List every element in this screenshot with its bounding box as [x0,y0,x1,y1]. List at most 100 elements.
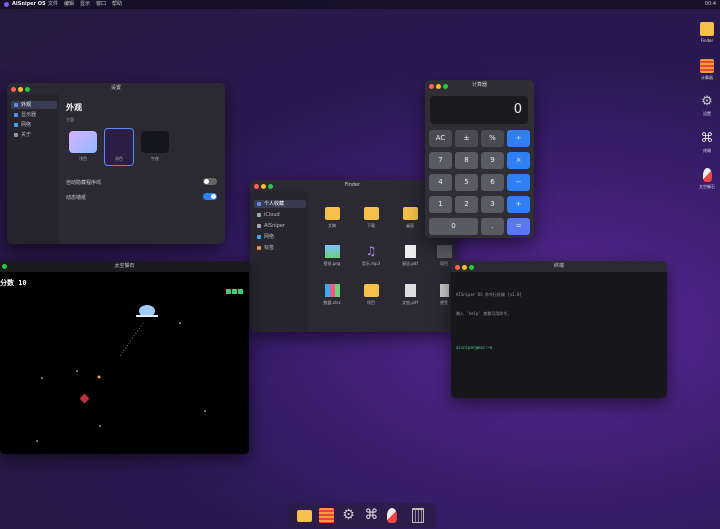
file-item[interactable]: 报告.pdf [395,245,425,267]
star-dot [179,322,181,324]
cloud-icon [257,212,261,217]
calculator-titlebar[interactable]: 计算器 [425,80,534,91]
terminal-banner: AISniper OS 命令行终端 [v1.0] [456,292,522,297]
settings-titlebar[interactable]: 设置 [7,83,225,94]
dock-gear-icon[interactable]: ⚙ [341,508,356,523]
desktop-icon-settings[interactable]: ⚙ 设置 [696,95,718,117]
key-1[interactable]: 1 [429,196,452,213]
section-heading: 外观 [66,103,82,112]
sidebar-item-appearance[interactable]: 外观 [11,101,57,109]
key-6[interactable]: 6 [481,174,504,191]
settings-title: 设置 [110,85,121,91]
zoom-button[interactable] [469,265,474,270]
key-9[interactable]: 9 [481,152,504,169]
menu-file[interactable]: 文件 [48,0,58,9]
settings-sidebar: 外观 显示器 网络 关于 [7,94,59,244]
file-item[interactable]: 桌面 [395,207,425,229]
apple-logo-icon[interactable] [4,2,9,7]
file-item[interactable]: 数据.xlsx [317,284,347,306]
folder-icon [324,207,340,220]
sidebar-item-network[interactable]: 网络 [254,233,300,241]
display-icon [14,112,18,117]
menu-help[interactable]: 帮助 [112,0,122,9]
clapper-icon [436,245,452,258]
folder-icon [363,284,379,297]
dock-command-icon[interactable]: ⌘ [364,508,379,523]
desktop-icon-calculator[interactable]: 计算器 [696,59,718,81]
theme-light[interactable] [69,131,97,153]
minimize-button[interactable] [462,265,467,270]
file-item[interactable]: ♫ 音乐.mp3 [356,245,386,267]
menu-edit[interactable]: 编辑 [64,0,74,9]
desktop-icon-terminal[interactable]: ⌘ 终端 [696,132,718,154]
menu-bar: AISniper OS 文件 编辑 显示 窗口 帮助 00:4 [0,0,720,9]
pdf-file-icon [404,245,416,258]
note-icon [439,284,449,297]
sidebar-item-tags[interactable]: 标签 [254,244,300,252]
close-button[interactable] [11,87,16,92]
key-divide[interactable]: ÷ [507,130,530,147]
dock-rocket-icon[interactable] [387,508,397,523]
menu-window[interactable]: 窗口 [96,0,106,9]
key-0[interactable]: 0 [429,218,478,235]
music-file-icon: ♫ [365,244,377,258]
key-5[interactable]: 5 [455,174,478,191]
file-item[interactable]: 壁纸.png [317,245,347,267]
dock-calculator-icon[interactable] [319,508,334,523]
file-item[interactable]: 文档.pdf [395,284,425,306]
app-brand[interactable]: AISniper OS [12,0,46,9]
theme-midnight[interactable] [141,131,169,153]
close-button[interactable] [429,84,434,89]
key-percent[interactable]: % [481,130,504,147]
sidebar-item-about[interactable]: 关于 [11,131,57,139]
zoom-button[interactable] [268,184,273,189]
desktop-icon-finder[interactable]: Finder [696,22,718,43]
key-subtract[interactable]: − [507,174,530,191]
space-game-window: 太空躲石 分数 10 [0,261,249,454]
terminal-prompt[interactable]: aisniper@mac:~$ [456,345,492,350]
menu-view[interactable]: 显示 [80,0,90,9]
dynamic-wallpaper-toggle[interactable] [203,193,217,200]
sidebar-item-aisniper[interactable]: AISniper [254,222,300,230]
key-sign[interactable]: ± [455,130,478,147]
key-multiply[interactable]: × [507,152,530,169]
star-dot [41,377,43,379]
close-button[interactable] [455,265,460,270]
key-3[interactable]: 3 [481,196,504,213]
auto-hide-dock-toggle[interactable] [203,178,217,185]
sidebar-item-icloud[interactable]: iCloud [254,211,300,219]
dock-finder-icon[interactable] [297,510,312,522]
image-file-icon [324,245,340,258]
zoom-button[interactable] [443,84,448,89]
desktop-icon-space-game[interactable]: 太空躲石 [696,168,718,190]
terminal-titlebar[interactable]: 终端 [451,261,667,272]
computer-icon [257,223,261,228]
sidebar-item-display[interactable]: 显示器 [11,111,57,119]
star-dot [97,375,101,379]
key-4[interactable]: 4 [429,174,452,191]
minimize-button[interactable] [18,87,23,92]
folder-icon [363,207,379,220]
key-7[interactable]: 7 [429,152,452,169]
file-item[interactable]: 下载 [356,207,386,229]
key-decimal[interactable]: . [481,218,504,235]
key-add[interactable]: + [507,196,530,213]
folder-icon [402,207,418,220]
file-item[interactable]: 项目 [356,284,386,306]
key-2[interactable]: 2 [455,196,478,213]
key-clear[interactable]: AC [429,130,452,147]
dock-trash-icon[interactable] [412,508,424,523]
minimize-button[interactable] [261,184,266,189]
minimize-button[interactable] [436,84,441,89]
zoom-button[interactable] [25,87,30,92]
key-equals[interactable]: = [507,218,530,235]
network-icon [14,122,18,127]
terminal-window: 终端 AISniper OS 命令行终端 [v1.0] 输入 'help' 查看… [451,261,667,398]
file-item[interactable]: 文稿 [317,207,347,229]
finder-title: Finder [344,182,361,188]
close-button[interactable] [254,184,259,189]
key-8[interactable]: 8 [455,152,478,169]
auto-hide-dock-label: 自动隐藏程序坞 [66,180,102,186]
sidebar-item-favorites[interactable]: 个人收藏 [254,200,306,208]
sidebar-item-network[interactable]: 网络 [11,121,57,129]
